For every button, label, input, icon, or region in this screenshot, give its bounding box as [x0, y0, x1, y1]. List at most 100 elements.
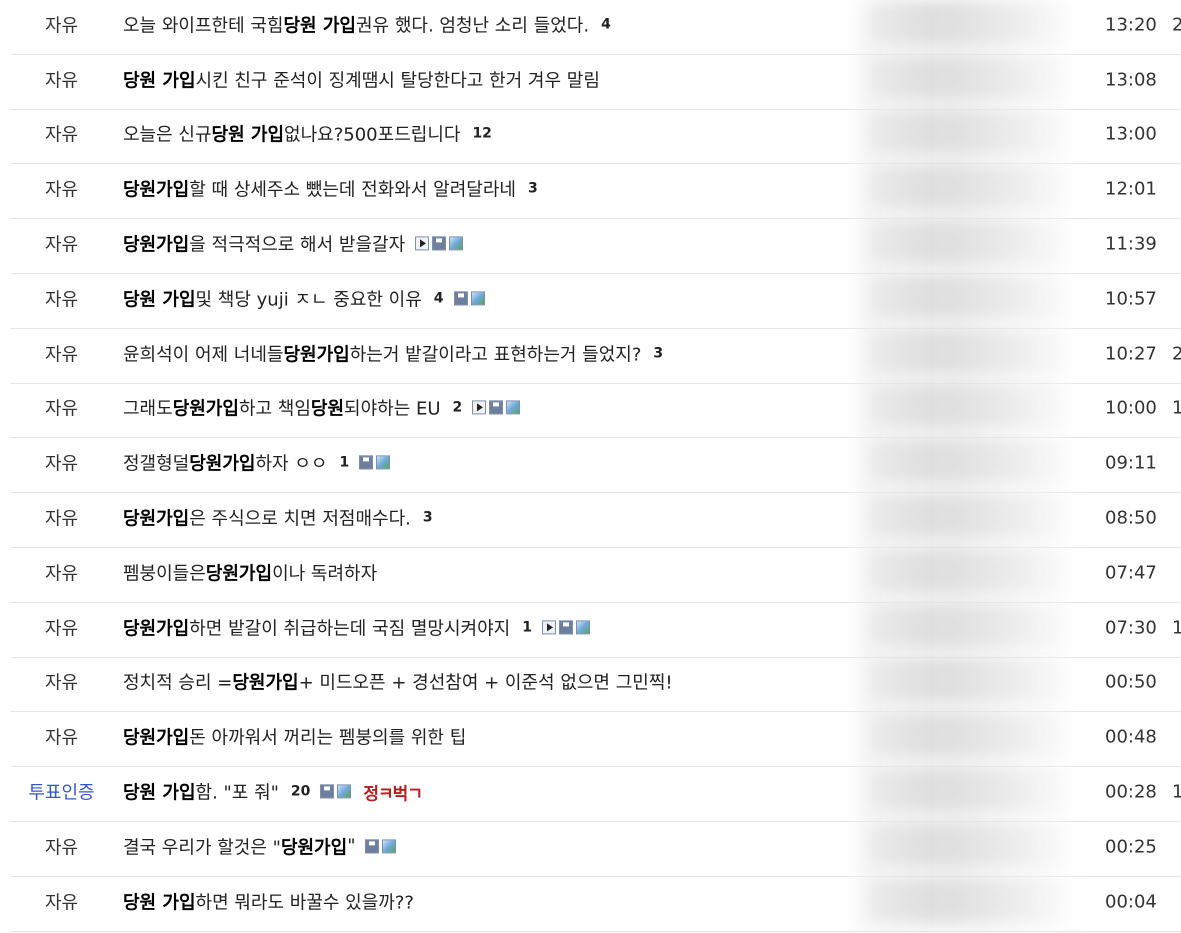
post-title-link[interactable]: 당원가입 을 적극적으로 해서 받을갈자	[123, 230, 464, 256]
post-row[interactable]: 자유 당원가입 돈 아까워서 꺼리는 펨붕의를 위한 팁 00:48	[10, 712, 1181, 768]
post-category[interactable]: 자유	[10, 11, 113, 37]
keyword-highlight: 당원가입	[172, 398, 239, 420]
image-icon	[376, 455, 391, 470]
post-row[interactable]: 자유 당원가입 하면 밭갈이 취급하는데 국짐 멸망시켜야지 1 07:30 1	[10, 603, 1181, 658]
post-title-link[interactable]: 당원 가입 및 책당 yuji ㅈㄴ 중요한 이유 4	[123, 285, 485, 311]
post-category[interactable]: 자유	[10, 724, 113, 750]
post-row[interactable]: 자유 당원가입 은 주식으로 치면 저점매수다. 3 08:50	[10, 493, 1181, 548]
keyword-highlight: 당원 가입	[123, 892, 196, 914]
post-row[interactable]: 자유 오늘 와이프한테 국힘 당원 가입 권유 했다. 엄청난 소리 들었다. 4 1…	[10, 0, 1181, 55]
title-text: 정치적 승리 =	[123, 672, 233, 694]
comment-count[interactable]: 2	[453, 400, 463, 416]
post-title-link[interactable]: 결국 우리가 할것은 " 당원가입 "	[123, 833, 397, 859]
keyword-highlight: 당원가입	[123, 179, 190, 201]
post-row[interactable]: 자유 오늘은 신규 당원 가입 없나요?500포드립니다 12 13:00	[10, 110, 1181, 165]
post-time: 10:57	[1105, 288, 1157, 310]
disk-icon	[558, 620, 573, 635]
post-category[interactable]: 자유	[10, 504, 113, 530]
post-row[interactable]: 자유 당원 가입 및 책당 yuji ㅈㄴ 중요한 이유 4 10:57	[10, 274, 1181, 329]
post-title-link[interactable]: 당원 가입 시킨 친구 준석이 징계땜시 탈당한다고 한거 겨우 말림	[123, 66, 600, 92]
post-category[interactable]: 자유	[10, 833, 113, 859]
post-category[interactable]: 자유	[10, 285, 113, 311]
keyword-highlight: 당원가입	[280, 837, 348, 859]
post-row[interactable]: 자유 당원가입 을 적극적으로 해서 받을갈자 11:39	[10, 219, 1181, 274]
comment-count[interactable]: 4	[434, 290, 444, 306]
post-title-link[interactable]: 펨붕이들은 당원가입 이나 독려하자	[123, 559, 377, 585]
post-row[interactable]: 자유 결국 우리가 할것은 " 당원가입 " 00:25	[10, 822, 1181, 877]
post-title-link[interactable]: 그래도 당원가입 하고 책임 당원 되야하는 EU 2	[123, 395, 521, 421]
post-title-link[interactable]: 정치적 승리 = 당원가입 + 미드오픈 + 경선참여 + 이준석 없으면 그민…	[123, 669, 673, 695]
post-time: 10:27	[1105, 343, 1157, 365]
post-views-partial: 1	[1172, 397, 1181, 419]
image-icon	[337, 784, 352, 799]
post-row[interactable]: 자유 정갤형덜 당원가입 하자 ㅇㅇ 1 09:11	[10, 438, 1181, 494]
post-row[interactable]: 자유 윤희석이 어제 너네들 당원가입 하는거 밭갈이라고 표현하는거 들었지? 3 1…	[10, 329, 1181, 384]
post-time: 07:30	[1105, 617, 1157, 639]
keyword-highlight: 당원 가입	[283, 15, 356, 37]
post-title-link[interactable]: 당원가입 할 때 상세주소 뺐는데 전화와서 알려달라네 3	[123, 176, 538, 202]
post-title-link[interactable]: 오늘 와이프한테 국힘 당원 가입 권유 했다. 엄청난 소리 들었다. 4	[123, 11, 611, 37]
comment-count[interactable]: 1	[339, 455, 349, 471]
post-title-link[interactable]: 당원 가입 하면 뭐라도 바꿀수 있을까??	[123, 888, 414, 914]
play-icon	[472, 400, 487, 415]
post-time: 00:25	[1105, 836, 1157, 858]
post-time: 07:47	[1105, 562, 1157, 584]
post-time: 00:48	[1105, 726, 1157, 748]
post-row[interactable]: 자유 펨붕이들은 당원가입 이나 독려하자 07:47	[10, 548, 1181, 603]
comment-count[interactable]: 4	[601, 16, 611, 32]
post-row[interactable]: 자유 당원 가입 하면 뭐라도 바꿀수 있을까?? 00:04	[10, 877, 1181, 932]
title-text: 은 주식으로 치면 저점매수다.	[189, 508, 411, 530]
post-category[interactable]: 자유	[10, 230, 113, 256]
play-icon	[415, 236, 430, 251]
post-row[interactable]: 자유 정치적 승리 = 당원가입 + 미드오픈 + 경선참여 + 이준석 없으면 …	[10, 658, 1181, 713]
post-category[interactable]: 자유	[10, 340, 113, 366]
post-category[interactable]: 자유	[10, 176, 113, 202]
post-category[interactable]: 자유	[10, 121, 113, 147]
blurred-author	[870, 386, 1070, 427]
comment-count[interactable]: 3	[528, 181, 538, 197]
post-title-link[interactable]: 오늘은 신규 당원 가입 없나요?500포드립니다 12	[123, 121, 492, 147]
post-row[interactable]: 투표인증 당원 가입 함. "포 줘" 20 정ㅋ벅ㄱ 00:28 1	[10, 767, 1181, 822]
post-category[interactable]: 자유	[10, 669, 113, 695]
disk-icon	[359, 455, 374, 470]
post-row[interactable]: 자유 당원가입 할 때 상세주소 뺐는데 전화와서 알려달라네 3 12:01	[10, 164, 1181, 220]
comment-count[interactable]: 20	[291, 783, 310, 799]
post-title-link[interactable]: 당원가입 하면 밭갈이 취급하는데 국짐 멸망시켜야지 1	[123, 614, 590, 640]
post-title-link[interactable]: 윤희석이 어제 너네들 당원가입 하는거 밭갈이라고 표현하는거 들었지? 3	[123, 340, 663, 366]
post-views-partial: 1	[1172, 617, 1181, 639]
blurred-author	[870, 660, 1070, 701]
post-category[interactable]: 투표인증	[10, 778, 113, 804]
comment-count[interactable]: 3	[423, 509, 433, 525]
post-category[interactable]: 자유	[10, 559, 113, 585]
keyword-highlight: 당원 가입	[123, 289, 196, 311]
post-category[interactable]: 자유	[10, 888, 113, 914]
post-category[interactable]: 자유	[10, 66, 113, 92]
post-title-link[interactable]: 당원가입 은 주식으로 치면 저점매수다. 3	[123, 504, 433, 530]
comment-count[interactable]: 12	[472, 126, 491, 142]
post-title-link[interactable]: 당원가입 돈 아까워서 꺼리는 펨붕의를 위한 팁	[123, 724, 466, 750]
post-time: 09:11	[1105, 452, 1157, 474]
comment-count[interactable]: 1	[522, 619, 532, 635]
post-row[interactable]: 자유 당원 가입 시킨 친구 준석이 징계땜시 탈당한다고 한거 겨우 말림 13:0…	[10, 55, 1181, 110]
title-text: 오늘은 신규	[123, 124, 212, 146]
post-time: 13:08	[1105, 69, 1157, 91]
post-time: 00:28	[1105, 781, 1157, 803]
author-badge: 정ㅋ벅ㄱ	[363, 783, 423, 804]
blurred-author	[870, 276, 1070, 317]
title-text: 돈 아까워서 꺼리는 펨붕의를 위한 팁	[189, 727, 467, 749]
comment-count[interactable]: 3	[653, 345, 663, 361]
blurred-author	[870, 2, 1070, 43]
post-title-link[interactable]: 당원 가입 함. "포 줘" 20 정ㅋ벅ㄱ	[123, 778, 423, 804]
blurred-author	[870, 496, 1070, 537]
keyword-highlight: 당원가입	[232, 672, 299, 694]
post-row[interactable]: 자유 그래도 당원가입 하고 책임 당원 되야하는 EU 2 10:00 1	[10, 384, 1181, 439]
blurred-author	[870, 770, 1070, 811]
post-category[interactable]: 자유	[10, 450, 113, 476]
play-icon	[541, 620, 556, 635]
post-title-link[interactable]: 정갤형덜 당원가입 하자 ㅇㅇ 1	[123, 450, 391, 476]
post-category[interactable]: 자유	[10, 614, 113, 640]
title-text: 되야하는 EU	[344, 398, 441, 420]
keyword-highlight: 당원 가입	[123, 70, 196, 92]
blurred-author	[870, 222, 1070, 263]
post-category[interactable]: 자유	[10, 395, 113, 421]
